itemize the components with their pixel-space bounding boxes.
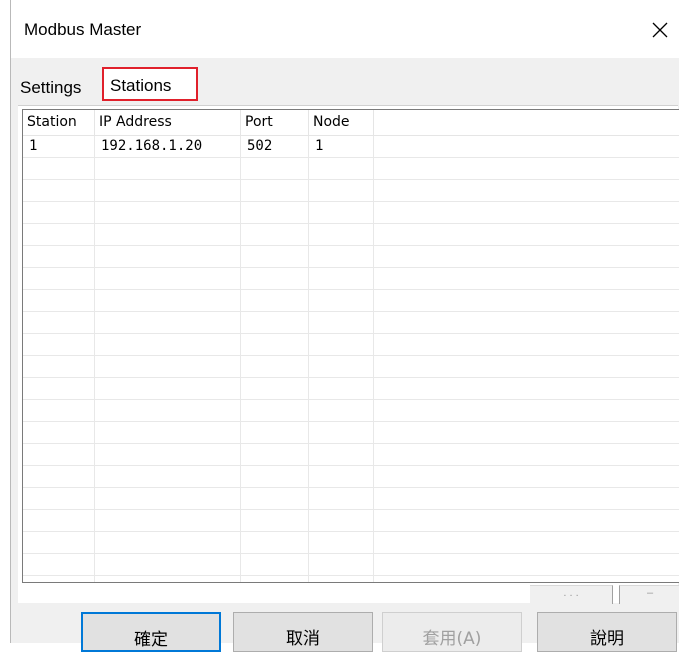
empty-row [23, 554, 679, 576]
tab-settings[interactable]: Settings [18, 74, 83, 102]
partial-button-left[interactable]: . . . [530, 585, 613, 604]
cell-port: 502 [241, 136, 309, 157]
ok-button[interactable]: 確定 [81, 612, 221, 652]
empty-row [23, 532, 679, 554]
cell-node: 1 [309, 136, 374, 157]
stations-list[interactable]: Station IP Address Port Node 1 192.168.1… [22, 109, 679, 583]
empty-row [23, 202, 679, 224]
column-header-station[interactable]: Station [23, 110, 95, 135]
close-icon [652, 22, 668, 38]
empty-row [23, 378, 679, 400]
apply-button[interactable]: 套用(A) [382, 612, 522, 652]
empty-row [23, 180, 679, 202]
help-button[interactable]: 說明 [537, 612, 677, 652]
empty-row [23, 510, 679, 532]
column-header-empty [374, 110, 679, 135]
empty-row [23, 356, 679, 378]
empty-row [23, 268, 679, 290]
empty-row [23, 224, 679, 246]
close-button[interactable] [640, 10, 679, 50]
tab-stations[interactable]: Stations [102, 67, 198, 101]
column-header-node[interactable]: Node [309, 110, 374, 135]
empty-row [23, 158, 679, 180]
title-bar: Modbus Master [11, 0, 679, 58]
empty-row [23, 246, 679, 268]
empty-row [23, 466, 679, 488]
empty-row [23, 312, 679, 334]
empty-row [23, 400, 679, 422]
dialog-button-bar: 確定 取消 套用(A) 說明 [0, 612, 679, 652]
column-header-ip-address[interactable]: IP Address [95, 110, 241, 135]
cell-station: 1 [23, 136, 95, 157]
empty-row [23, 334, 679, 356]
empty-row [23, 576, 679, 582]
list-body: 1 192.168.1.20 502 1 [23, 136, 679, 582]
empty-row [23, 444, 679, 466]
partial-button-right[interactable]: – [619, 585, 679, 604]
column-header-port[interactable]: Port [241, 110, 309, 135]
list-header: Station IP Address Port Node [23, 110, 679, 136]
cell-ip-address: 192.168.1.20 [95, 136, 241, 157]
empty-row [23, 488, 679, 510]
empty-row [23, 422, 679, 444]
cancel-button[interactable]: 取消 [233, 612, 373, 652]
empty-row [23, 290, 679, 312]
window-title: Modbus Master [24, 20, 142, 39]
tab-strip: Settings Stations [18, 67, 658, 105]
table-row[interactable]: 1 192.168.1.20 502 1 [23, 136, 679, 158]
